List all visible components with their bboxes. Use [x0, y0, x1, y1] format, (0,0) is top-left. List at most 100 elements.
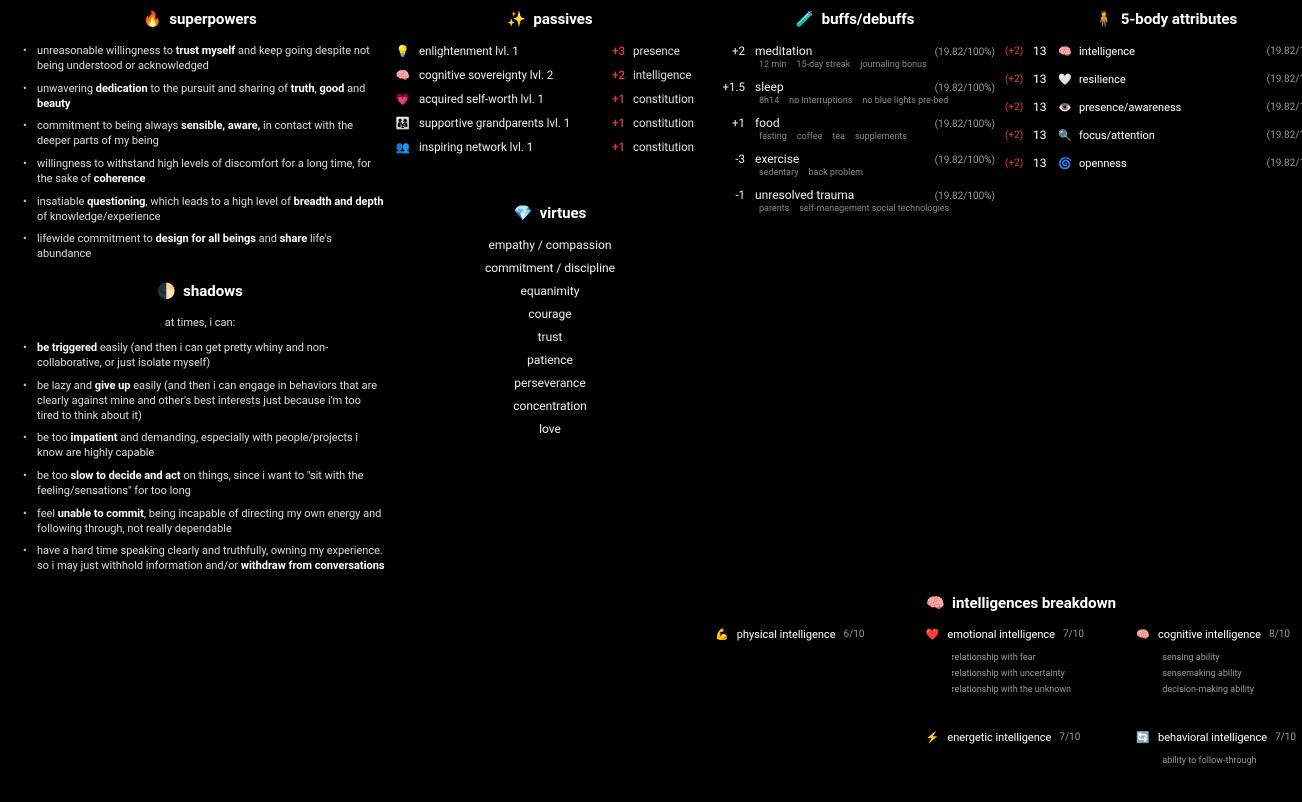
attr-percent: (19.82/100%)	[1267, 74, 1302, 85]
buffs-section: 🧪 buffs/debuffs +2 meditation (19.82/100…	[715, 10, 995, 214]
virtues-section: 💎 virtues empathy / compassioncommitment…	[395, 204, 705, 436]
passive-icon: 💗	[395, 92, 411, 106]
list-item: have a hard time speaking clearly and tr…	[27, 544, 385, 574]
list-item: willingness to withstand high levels of …	[27, 157, 385, 187]
buff-name: meditation	[755, 44, 925, 58]
intel-score: 7/10	[1275, 732, 1296, 743]
buff-row: -1 unresolved trauma (19.82/100%) parent…	[715, 188, 995, 214]
attr-percent: (19.82/100%)	[1267, 102, 1302, 113]
passive-icon: 💡	[395, 44, 411, 58]
intel-score: 7/10	[1063, 629, 1084, 640]
buff-name: exercise	[755, 152, 925, 166]
attr-value: 13	[1033, 100, 1051, 114]
attr-icon: 🔍	[1057, 129, 1073, 142]
intelligences-title: intelligences breakdown	[952, 594, 1116, 612]
attr-name: presence/awareness	[1079, 101, 1261, 114]
intel-name: cognitive intelligence	[1158, 628, 1261, 641]
intel-sub: sensemaking ability	[1162, 669, 1302, 679]
intel-name: energetic intelligence	[947, 731, 1051, 744]
intel-icon: ⚡	[926, 731, 940, 744]
buff-subtags: 8h14no interruptionsno blue lights pre-b…	[759, 96, 995, 106]
intel-name: behavioral intelligence	[1158, 731, 1267, 744]
list-item: be triggered easily (and then i can get …	[27, 341, 385, 371]
virtue-item: love	[395, 422, 705, 436]
passive-bonus: +1	[603, 92, 625, 106]
buff-row: -3 exercise (19.82/100%) sedentaryback p…	[715, 152, 995, 178]
buff-subtags: 12 min15-day streakjournaling bonus	[759, 60, 995, 70]
virtue-item: empathy / compassion	[395, 238, 705, 252]
passive-icon: 🧠	[395, 68, 411, 82]
intel-name: physical intelligence	[737, 628, 836, 641]
virtue-item: concentration	[395, 399, 705, 413]
buff-name: unresolved trauma	[755, 188, 925, 202]
virtue-item: equanimity	[395, 284, 705, 298]
list-item: insatiable questioning, which leads to a…	[27, 195, 385, 225]
moon-icon: 🌓	[157, 282, 175, 300]
intelligences-section: 🧠 intelligences breakdown 💪 physical int…	[715, 594, 1302, 772]
buff-subtags: parentsself-management social technologi…	[759, 204, 995, 214]
passive-row: 👨‍👩‍👧 supportive grandparents lvl. 1 +1 …	[395, 116, 705, 130]
buff-name: food	[755, 116, 925, 130]
list-item: be lazy and give up easily (and then i c…	[27, 379, 385, 424]
attributes-section: 🧍 5-body attributes (+2) 13 🧠 intelligen…	[1005, 10, 1302, 170]
attr-value: 13	[1033, 72, 1051, 86]
intel-sub: ability to follow-through	[1162, 756, 1302, 766]
buff-value: +2	[715, 44, 745, 58]
buff-value: +1	[715, 116, 745, 130]
virtue-item: patience	[395, 353, 705, 367]
list-item: feel unable to commit, being incapable o…	[27, 507, 385, 537]
passive-icon: 👨‍👩‍👧	[395, 116, 411, 130]
buffs-title: buffs/debuffs	[822, 10, 915, 28]
passive-attr: constitution	[633, 92, 705, 106]
intelligence-col: 💪 physical intelligence 6/10	[715, 628, 906, 701]
passive-bonus: +3	[603, 44, 625, 58]
attr-icon: 👁️	[1057, 101, 1073, 114]
passive-bonus: +1	[603, 116, 625, 130]
buff-row: +1.5 sleep (19.82/100%) 8h14no interrupt…	[715, 80, 995, 106]
attr-name: openness	[1079, 157, 1261, 170]
attr-icon: 🌀	[1057, 157, 1073, 170]
buff-value: -3	[715, 152, 745, 166]
intel-sub: sensing ability	[1162, 653, 1302, 663]
virtue-item: courage	[395, 307, 705, 321]
passive-row: 💗 acquired self-worth lvl. 1 +1 constitu…	[395, 92, 705, 106]
attr-value: 13	[1033, 128, 1051, 142]
passive-name: enlightenment lvl. 1	[419, 44, 595, 58]
virtues-title: virtues	[540, 204, 587, 222]
intel-score: 8/10	[1269, 629, 1290, 640]
attr-delta: (+2)	[1005, 74, 1027, 85]
buff-name: sleep	[755, 80, 925, 94]
attribute-row: (+2) 13 🌀 openness (19.82/100%)	[1005, 156, 1302, 170]
passive-row: 🧠 cognitive sovereignty lvl. 2 +2 intell…	[395, 68, 705, 82]
buff-percent: (19.82/100%)	[935, 47, 995, 58]
intelligence-col: 🧠 cognitive intelligence 8/10 sensing ab…	[1136, 628, 1302, 701]
attr-value: 13	[1033, 156, 1051, 170]
intelligence-col: ❤️ emotional intelligence 7/10 relations…	[926, 628, 1117, 701]
buff-value: -1	[715, 188, 745, 202]
passive-attr: intelligence	[633, 68, 705, 82]
intel-icon: 🧠	[1136, 628, 1150, 641]
passive-row: 💡 enlightenment lvl. 1 +3 presence	[395, 44, 705, 58]
virtue-item: trust	[395, 330, 705, 344]
passive-attr: presence	[633, 44, 705, 58]
intel-score: 6/10	[844, 629, 865, 640]
attribute-row: (+2) 13 🧠 intelligence (19.82/100%)	[1005, 44, 1302, 58]
attr-name: intelligence	[1079, 45, 1261, 58]
virtue-item: perseverance	[395, 376, 705, 390]
buff-subtags: fastingcoffeeteasupplements	[759, 132, 995, 142]
attr-delta: (+2)	[1005, 102, 1027, 113]
attr-delta: (+2)	[1005, 46, 1027, 57]
passive-name: inspiring network lvl. 1	[419, 140, 595, 154]
passive-bonus: +2	[603, 68, 625, 82]
intel-sub: relationship with uncertainty	[952, 669, 1117, 679]
passives-title: passives	[533, 10, 592, 28]
list-item: commitment to being always sensible, awa…	[27, 119, 385, 149]
body-icon: 🧍	[1095, 10, 1113, 28]
attribute-row: (+2) 13 👁️ presence/awareness (19.82/100…	[1005, 100, 1302, 114]
attribute-row: (+2) 13 🔍 focus/attention (19.82/100%)	[1005, 128, 1302, 142]
attr-name: focus/attention	[1079, 129, 1261, 142]
intel-sub: relationship with the unknown	[952, 685, 1117, 695]
fire-icon: 🔥	[143, 10, 161, 28]
list-item: be too slow to decide and act on things,…	[27, 469, 385, 499]
buff-row: +2 meditation (19.82/100%) 12 min15-day …	[715, 44, 995, 70]
